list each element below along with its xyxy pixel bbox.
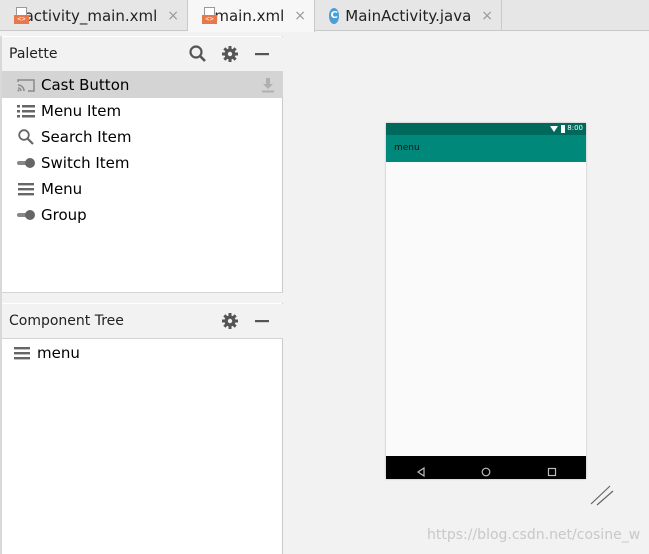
close-icon[interactable]: × (481, 8, 493, 24)
palette-item-label: Search Item (41, 128, 132, 146)
signal-battery-icon (550, 125, 566, 135)
tab-main-xml[interactable]: <> main.xml × (188, 0, 315, 32)
status-time: 8:00 (567, 124, 583, 132)
palette-list: Cast Button Menu Item Search Item Switch… (2, 72, 283, 228)
xml-file-icon: <> (202, 7, 217, 25)
tab-mainactivity-java[interactable]: C MainActivity.java × (315, 0, 502, 31)
resize-handle-icon[interactable] (590, 484, 614, 510)
palette-item-menu-item[interactable]: Menu Item (2, 98, 283, 124)
device-preview[interactable]: 8:00 menu (386, 123, 586, 479)
palette-item-label: Cast Button (41, 76, 130, 94)
gear-icon[interactable] (219, 310, 241, 332)
device-status-bar: 8:00 (386, 123, 586, 135)
palette-item-switch-item[interactable]: Switch Item (2, 150, 283, 176)
palette-item-search-item[interactable]: Search Item (2, 124, 283, 150)
palette-item-label: Group (41, 206, 87, 224)
close-icon[interactable]: × (167, 8, 179, 24)
editor-tab-bar: <> activity_main.xml × <> main.xml × C M… (0, 0, 649, 32)
xml-file-icon: <> (14, 6, 29, 25)
panel-splitter[interactable] (2, 292, 283, 303)
palette-item-group[interactable]: Group (2, 202, 283, 228)
tab-activity-main-xml[interactable]: <> activity_main.xml × (0, 0, 188, 31)
list-icon (16, 103, 36, 119)
menu-icon (12, 345, 32, 361)
device-app-bar: menu (386, 135, 586, 162)
recents-icon (547, 462, 557, 481)
tree-item-label: menu (37, 344, 80, 362)
device-nav-bar (386, 456, 586, 479)
group-icon (16, 207, 36, 223)
palette-header: Palette (2, 37, 283, 72)
tab-label: main.xml (214, 7, 285, 25)
component-tree-header: Component Tree (2, 304, 283, 339)
search-icon[interactable] (187, 43, 209, 65)
close-icon[interactable]: × (294, 8, 306, 24)
home-icon (481, 462, 491, 481)
minimize-icon[interactable] (251, 310, 273, 332)
palette-item-label: Menu Item (41, 102, 122, 120)
gear-icon[interactable] (219, 43, 241, 65)
watermark: https://blog.csdn.net/cosine_w (427, 527, 641, 543)
palette-item-cast-button[interactable]: Cast Button (2, 72, 283, 98)
switch-icon (16, 155, 36, 171)
tree-item-menu[interactable]: menu (2, 340, 283, 366)
tab-label: activity_main.xml (24, 6, 158, 25)
back-icon (416, 462, 426, 481)
component-tree-title: Component Tree (9, 313, 124, 329)
minimize-icon[interactable] (251, 43, 273, 65)
tab-label: MainActivity.java (345, 6, 472, 25)
palette-item-label: Switch Item (41, 154, 130, 172)
menu-icon (16, 181, 36, 197)
java-class-icon: C (329, 7, 340, 24)
palette-item-label: Menu (41, 180, 83, 198)
palette-title: Palette (9, 46, 58, 62)
cast-icon (16, 77, 36, 93)
palette-item-menu[interactable]: Menu (2, 176, 283, 202)
search-icon (16, 129, 36, 145)
download-icon[interactable] (261, 77, 275, 97)
